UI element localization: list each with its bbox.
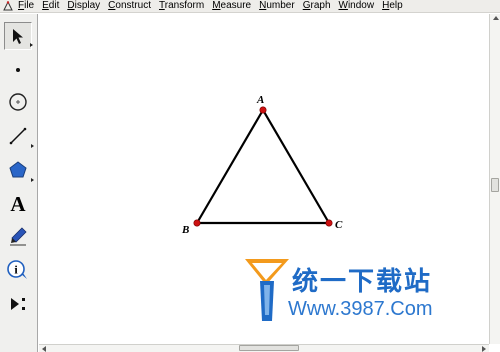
toolbox: A i (0, 14, 38, 352)
play-custom-icon (11, 298, 25, 310)
menu-edit[interactable]: Edit (42, 0, 59, 12)
watermark-url: Www.3987.Com (288, 298, 433, 320)
menu-file[interactable]: File (18, 0, 34, 12)
point-tool[interactable] (4, 56, 32, 84)
point-b[interactable] (193, 219, 201, 227)
vertical-scrollbar[interactable] (489, 14, 500, 344)
label-b[interactable]: B (181, 224, 189, 236)
watermark-chinese-text: 统一下载站 (292, 267, 433, 297)
menu-measure[interactable]: Measure (212, 0, 251, 12)
compass-tool[interactable] (4, 88, 32, 116)
point-a[interactable] (259, 106, 267, 114)
information-tool[interactable]: i (4, 256, 32, 284)
horizontal-scroll-thumb[interactable] (239, 345, 299, 351)
straightedge-tool[interactable] (4, 122, 34, 150)
app-icon[interactable] (2, 1, 13, 12)
segment-ab[interactable] (196, 109, 264, 224)
marker-tool[interactable] (4, 222, 32, 250)
menu-graph[interactable]: Graph (303, 0, 331, 12)
more-tools-indicator (30, 43, 33, 47)
polygon-tool[interactable] (4, 156, 34, 184)
point-icon (16, 68, 20, 72)
vertical-scroll-thumb[interactable] (491, 178, 499, 192)
watermark: 统一下载站 Www.3987.Com (240, 255, 440, 325)
selection-arrow-tool[interactable] (4, 22, 33, 50)
menu-window[interactable]: Window (339, 0, 375, 12)
point-c[interactable] (325, 219, 333, 227)
custom-tool[interactable] (4, 290, 32, 318)
text-tool[interactable]: A (4, 190, 32, 218)
watermark-logo-icon (245, 259, 289, 321)
triangle-segments (196, 109, 330, 225)
pen-icon (10, 227, 27, 246)
circle-icon (9, 93, 27, 111)
label-a[interactable]: A (256, 94, 264, 106)
more-tools-indicator (31, 144, 34, 148)
arrow-pointer-icon (13, 29, 23, 44)
scroll-left-icon[interactable] (42, 346, 46, 352)
menu-construct[interactable]: Construct (108, 0, 151, 12)
segment-ac[interactable] (262, 109, 330, 224)
menu-transform[interactable]: Transform (159, 0, 204, 12)
line-segment-icon (9, 127, 27, 145)
info-icon: i (7, 260, 27, 279)
menu-bar: File Edit Display Construct Transform Me… (0, 0, 500, 13)
menu-help[interactable]: Help (382, 0, 403, 12)
scroll-up-icon[interactable] (493, 16, 499, 20)
scroll-right-icon[interactable] (482, 346, 486, 352)
label-c[interactable]: C (335, 219, 343, 231)
text-a-icon: A (10, 192, 26, 216)
more-tools-indicator (31, 178, 34, 182)
menu-number[interactable]: Number (259, 0, 295, 12)
pentagon-icon (9, 161, 27, 178)
horizontal-scrollbar[interactable] (39, 344, 489, 352)
menu-display[interactable]: Display (67, 0, 100, 12)
